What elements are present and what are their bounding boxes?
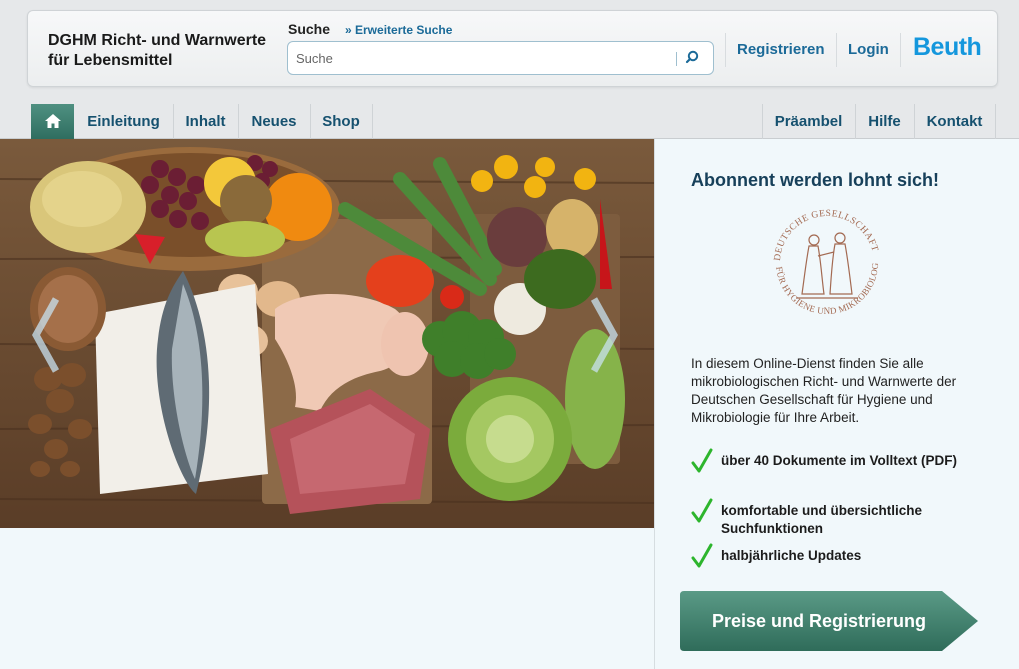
hero-prev-arrow[interactable] — [30, 295, 60, 375]
search-label: Suche — [288, 21, 331, 37]
checkmark-icon — [691, 448, 713, 473]
dghm-seal-logo: DEUTSCHE GESELLSCHAFT FÜR HYGIENE UND MI… — [766, 202, 880, 316]
hero-next-arrow[interactable] — [590, 295, 620, 375]
header-divider — [725, 33, 726, 67]
checkmark-icon — [691, 498, 713, 523]
nav-divider — [995, 104, 996, 139]
nav-item-shop[interactable]: Shop — [310, 104, 372, 139]
main-nav: Einleitung Inhalt Neues Shop Präambel Hi… — [0, 104, 1019, 139]
panel-title: Abonnent werden lohnt sich! — [691, 170, 939, 190]
feature-text: halbjährliche Updates — [721, 548, 862, 563]
nav-item-inhalt[interactable]: Inhalt — [173, 104, 238, 139]
brand-logo[interactable]: Beuth — [913, 33, 982, 62]
prices-registration-button[interactable]: Preise und Registrierung — [680, 589, 980, 653]
cta-label: Preise und Registrierung — [711, 611, 927, 631]
hero-image — [0, 139, 654, 528]
site-header: DGHM Richt- und Warnwerte für Lebensmitt… — [27, 10, 998, 87]
search-box — [287, 41, 714, 75]
search-icon — [685, 50, 699, 64]
nav-item-einleitung[interactable]: Einleitung — [74, 104, 173, 139]
chevron-right-icon — [590, 297, 619, 373]
advanced-search-link[interactable]: » Erweiterte Suche — [345, 23, 452, 37]
site-title-line1[interactable]: DGHM Richt- und Warnwerte — [48, 31, 288, 51]
nav-item-kontakt[interactable]: Kontakt — [914, 104, 995, 139]
search-input[interactable] — [296, 42, 666, 74]
nav-item-praeambel[interactable]: Präambel — [762, 104, 855, 139]
home-icon — [45, 114, 61, 128]
intro-text: In diesem Online-Dienst finden Sie alle … — [691, 356, 957, 425]
search-divider — [676, 52, 677, 66]
checkmark-icon — [691, 543, 713, 568]
feature-text: über 40 Dokumente im Volltext (PDF) — [721, 453, 958, 468]
search-button[interactable] — [680, 46, 704, 70]
site-title-line2[interactable]: für Lebensmittel — [48, 51, 288, 71]
chevron-left-icon — [31, 297, 60, 373]
nav-item-hilfe[interactable]: Hilfe — [855, 104, 914, 139]
nav-item-neues[interactable]: Neues — [238, 104, 310, 139]
content-area — [0, 528, 654, 669]
register-link[interactable]: Registrieren — [737, 41, 825, 58]
food-photo — [0, 139, 654, 528]
feature-text: komfortable und übersichtliche Suchfunkt… — [721, 503, 923, 536]
header-divider — [900, 33, 901, 67]
site-title[interactable]: DGHM Richt- und Warnwerte für Lebensmitt… — [48, 31, 288, 71]
header-divider — [836, 33, 837, 67]
nav-home[interactable] — [31, 104, 74, 139]
login-link[interactable]: Login — [848, 41, 889, 58]
nav-divider — [372, 104, 373, 139]
